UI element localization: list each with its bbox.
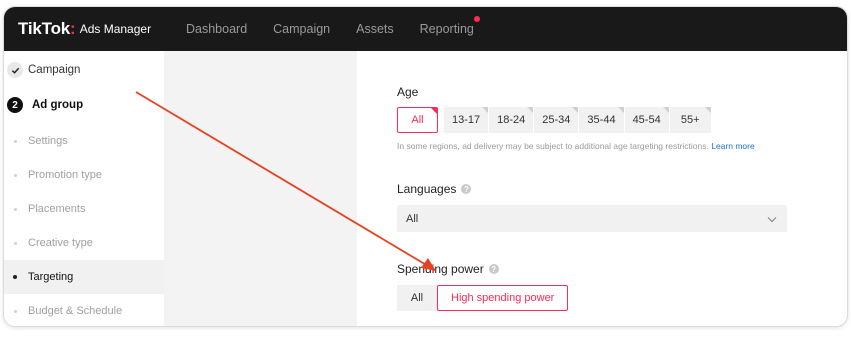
age-option-13-17[interactable]: 13-17	[444, 107, 489, 133]
chevron-down-icon	[767, 214, 777, 226]
sidebar-item-label: Creative type	[28, 237, 93, 249]
languages-select-value: All	[406, 212, 419, 225]
corner-icon	[704, 107, 711, 113]
age-hint: In some regions, ad delivery may be subj…	[397, 141, 755, 151]
age-label: Age	[397, 85, 418, 99]
bullet-icon	[13, 207, 17, 211]
logo[interactable]: TikTok : Ads Manager	[18, 7, 151, 51]
bullet-icon	[13, 139, 17, 143]
spending-option-label: All	[410, 292, 424, 304]
age-option-35-44[interactable]: 35-44	[579, 107, 624, 133]
corner-icon	[617, 107, 624, 113]
step-mark: 2	[4, 97, 26, 113]
languages-label-text: Languages	[397, 182, 457, 196]
age-option-label: 13-17	[452, 114, 481, 126]
age-option-label: 55+	[680, 114, 700, 126]
logo-wordmark: TikTok	[18, 19, 71, 38]
age-option-label: 18-24	[497, 114, 526, 126]
bullet-icon	[13, 241, 17, 245]
bullet-mark	[4, 139, 26, 143]
age-option-all[interactable]: All	[397, 107, 438, 133]
bullet-icon	[13, 173, 17, 177]
bullet-mark	[4, 241, 26, 245]
help-icon[interactable]: ?	[488, 264, 499, 274]
age-option-label: All	[411, 114, 424, 126]
age-option-label: 35-44	[587, 114, 616, 126]
sidebar-item-settings[interactable]: Settings	[4, 124, 164, 158]
sidebar-item-placements[interactable]: Placements	[4, 192, 164, 226]
bullet-mark	[4, 309, 26, 313]
sidebar-item-label: Placements	[28, 203, 86, 215]
sidebar-item-label: Settings	[28, 135, 68, 147]
age-option-45-54[interactable]: 45-54	[624, 107, 669, 133]
age-option-18-24[interactable]: 18-24	[489, 107, 534, 133]
learn-more-link[interactable]: Learn more	[711, 141, 754, 151]
step-mark	[4, 62, 26, 78]
spending-option-high[interactable]: High spending power	[437, 285, 569, 311]
age-label-text: Age	[397, 85, 419, 99]
notification-dot-icon	[473, 16, 480, 22]
age-hint-text: In some regions, ad delivery may be subj…	[397, 141, 709, 151]
sidebar-item-label: Promotion type	[28, 169, 102, 181]
bullet-mark	[4, 275, 26, 279]
spending-option-label: High spending power	[451, 292, 555, 304]
spending-option-all[interactable]: All	[397, 285, 437, 311]
spending-power-label-text: Spending power	[397, 262, 484, 276]
help-icon[interactable]: ?	[461, 184, 472, 194]
sidebar-item-label: Targeting	[28, 271, 74, 283]
bullet-mark	[4, 173, 26, 177]
sidebar-item-budget-schedule[interactable]: Budget & Schedule	[4, 294, 164, 326]
nav-assets[interactable]: Assets	[356, 22, 394, 36]
age-option-label: 25-34	[542, 114, 571, 126]
sidebar-item-label: Budget & Schedule	[28, 305, 123, 317]
languages-select[interactable]: All	[397, 205, 787, 232]
age-option-25-34[interactable]: 25-34	[534, 107, 579, 133]
corner-icon	[527, 107, 534, 113]
sidebar-item-targeting[interactable]: Targeting	[4, 260, 164, 294]
sidebar-item-creative-type[interactable]: Creative type	[4, 226, 164, 260]
main-nav: Dashboard Campaign Assets Reporting	[186, 7, 500, 51]
age-options: All 13-17 18-24 25-34 35-44 45-54 55+	[397, 107, 712, 133]
spending-power-label: Spending power ?	[397, 262, 499, 276]
check-icon	[7, 62, 23, 78]
targeting-form: Age All 13-17 18-24 25-34 35-44 45-54 55…	[357, 51, 847, 326]
app-window: TikTok : Ads Manager Dashboard Campaign …	[3, 6, 848, 327]
bullet-icon	[13, 309, 17, 313]
secondary-panel	[164, 51, 357, 326]
sidebar-step-campaign-label: Campaign	[28, 64, 81, 76]
logo-product-name: Ads Manager	[79, 22, 152, 36]
sidebar-step-adgroup[interactable]: 2 Ad group	[4, 88, 164, 122]
spending-power-options: All High spending power	[397, 285, 569, 311]
sidebar-step-campaign[interactable]: Campaign	[4, 53, 164, 87]
age-option-label: 45-54	[632, 114, 661, 126]
nav-reporting[interactable]: Reporting	[419, 16, 480, 36]
languages-label: Languages ?	[397, 182, 472, 196]
bullet-mark	[4, 207, 26, 211]
sidebar-item-promotion-type[interactable]: Promotion type	[4, 158, 164, 192]
nav-campaign[interactable]: Campaign	[273, 22, 330, 36]
top-bar: TikTok : Ads Manager Dashboard Campaign …	[4, 7, 847, 51]
corner-icon	[662, 107, 669, 113]
age-option-55-plus[interactable]: 55+	[669, 107, 711, 133]
sidebar: Campaign 2 Ad group Settings Promotion t…	[4, 51, 164, 326]
sidebar-step-adgroup-label: Ad group	[32, 99, 84, 111]
nav-dashboard[interactable]: Dashboard	[186, 22, 247, 36]
logo-colon-glyph: :	[70, 19, 76, 38]
corner-icon	[482, 107, 489, 113]
nav-reporting-label: Reporting	[419, 22, 474, 36]
active-bullet-icon	[13, 275, 17, 279]
selected-corner-icon	[431, 108, 437, 114]
step-number-badge: 2	[7, 97, 23, 113]
corner-icon	[572, 107, 579, 113]
